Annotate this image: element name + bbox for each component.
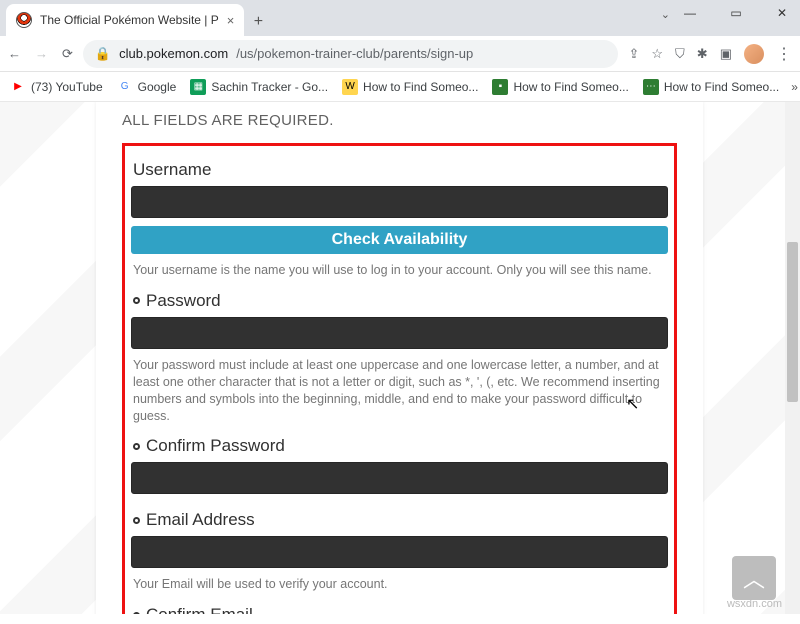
- confirm-email-label: Confirm Email: [133, 605, 668, 614]
- bookmark-label: How to Find Someo...: [513, 80, 628, 94]
- bookmark-favicon: ▦: [190, 79, 206, 95]
- email-label: Email Address: [133, 510, 668, 530]
- watermark: wsxdn.com: [727, 598, 782, 610]
- bookmark-favicon: W: [342, 79, 358, 95]
- bookmark-label: How to Find Someo...: [363, 80, 478, 94]
- new-tab-button[interactable]: +: [244, 8, 272, 36]
- bullet-icon: [133, 297, 140, 304]
- bookmark-item[interactable]: G Google: [117, 79, 177, 95]
- window-chevron[interactable]: ⌄: [661, 8, 670, 21]
- username-label: Username: [133, 160, 668, 180]
- bookmark-favicon: ⋯: [643, 79, 659, 95]
- url-input[interactable]: 🔒 club.pokemon.com/us/pokemon-trainer-cl…: [83, 40, 619, 68]
- password-input[interactable]: [131, 317, 668, 349]
- confirm-password-label: Confirm Password: [133, 436, 668, 456]
- bookmark-item[interactable]: ▪ How to Find Someo...: [492, 79, 628, 95]
- tab-title: The Official Pokémon Website | P: [40, 13, 219, 27]
- password-hint: Your password must include at least one …: [133, 357, 666, 425]
- password-label: Password: [133, 291, 668, 311]
- cursor-icon: ↖: [626, 394, 639, 414]
- share-icon[interactable]: ⇪: [628, 46, 639, 62]
- check-availability-button[interactable]: Check Availability: [131, 226, 668, 254]
- address-bar: ← → ⟳ 🔒 club.pokemon.com/us/pokemon-trai…: [0, 36, 800, 72]
- lock-icon: 🔒: [95, 46, 111, 62]
- bookmarks-bar: ▶ (73) YouTube G Google ▦ Sachin Tracker - Go…: [0, 72, 800, 102]
- bookmark-label: How to Find Someo...: [664, 80, 779, 94]
- bookmark-favicon: ▪: [492, 79, 508, 95]
- scrollbar-thumb[interactable]: [787, 242, 798, 402]
- window-minimize[interactable]: —: [676, 6, 704, 20]
- profile-avatar[interactable]: [744, 44, 764, 64]
- bookmark-label: Google: [138, 80, 177, 94]
- email-input[interactable]: [131, 536, 668, 568]
- url-host: club.pokemon.com: [119, 46, 228, 61]
- username-input[interactable]: [131, 186, 668, 218]
- bookmarks-overflow[interactable]: »: [791, 80, 798, 94]
- url-path: /us/pokemon-trainer-club/parents/sign-up: [236, 46, 473, 61]
- username-hint: Your username is the name you will use t…: [133, 262, 666, 279]
- scrollbar-track[interactable]: [785, 102, 800, 614]
- bookmark-item[interactable]: W How to Find Someo...: [342, 79, 478, 95]
- bookmark-label: Sachin Tracker - Go...: [211, 80, 328, 94]
- page-viewport: ALL FIELDS ARE REQUIRED. Username Check …: [0, 102, 800, 614]
- pokeball-icon: [16, 12, 32, 28]
- email-hint: Your Email will be used to verify your a…: [133, 576, 666, 593]
- form-container: ALL FIELDS ARE REQUIRED. Username Check …: [96, 102, 703, 614]
- forward-button: →: [35, 46, 48, 61]
- sidepanel-icon[interactable]: ▣: [720, 46, 732, 62]
- reload-button[interactable]: ⟳: [62, 46, 73, 62]
- back-to-top-button[interactable]: ︿: [732, 556, 776, 600]
- shield-icon[interactable]: ⛉: [675, 46, 685, 62]
- confirm-password-input[interactable]: [131, 462, 668, 494]
- bookmark-item[interactable]: ▦ Sachin Tracker - Go...: [190, 79, 328, 95]
- menu-icon[interactable]: ⋮: [776, 44, 792, 64]
- bookmark-favicon: ▶: [10, 79, 26, 95]
- required-notice: ALL FIELDS ARE REQUIRED.: [122, 112, 677, 129]
- browser-tab[interactable]: The Official Pokémon Website | P ×: [6, 4, 244, 36]
- extensions-icon[interactable]: ✱: [697, 46, 708, 62]
- back-button[interactable]: ←: [8, 46, 21, 61]
- bullet-icon: [133, 517, 140, 524]
- bookmark-star-icon[interactable]: ☆: [651, 46, 663, 62]
- bookmark-favicon: G: [117, 79, 133, 95]
- window-close[interactable]: ✕: [768, 6, 796, 20]
- bookmark-item[interactable]: ⋯ How to Find Someo...: [643, 79, 779, 95]
- close-icon[interactable]: ×: [227, 13, 235, 28]
- bookmark-label: (73) YouTube: [31, 80, 103, 94]
- window-maximize[interactable]: ▭: [722, 6, 750, 20]
- highlighted-form: Username Check Availability Your usernam…: [122, 143, 677, 614]
- bookmark-item[interactable]: ▶ (73) YouTube: [10, 79, 103, 95]
- bullet-icon: [133, 443, 140, 450]
- bullet-icon: [133, 612, 140, 614]
